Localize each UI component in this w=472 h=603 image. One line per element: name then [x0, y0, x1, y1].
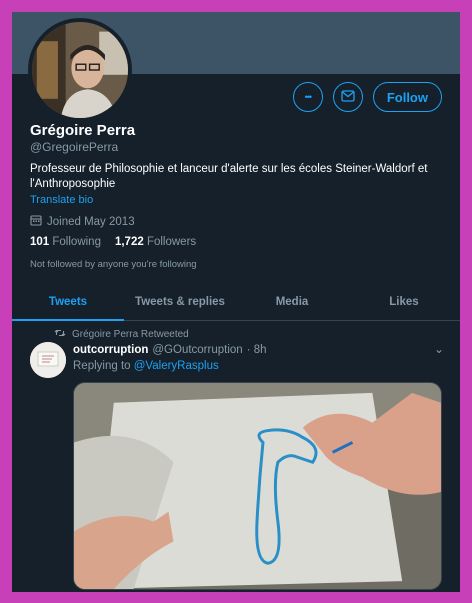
translate-bio-link[interactable]: Translate bio [30, 194, 93, 206]
profile-frame: ••• Follow Grégoire Perra @GregoirePerra… [12, 12, 460, 592]
profile-name: Grégoire Perra [30, 122, 136, 139]
profile-avatar[interactable] [28, 18, 132, 122]
more-icon: ••• [304, 92, 313, 102]
followers-stat[interactable]: 1,722 Followers [115, 236, 196, 248]
message-button[interactable] [332, 82, 363, 112]
tab-media[interactable]: Media [236, 283, 348, 320]
profile-handle: @GregoirePerra [30, 140, 119, 154]
avatar-photo [32, 22, 128, 118]
retweet-note: Grégoire Perra Retweeted [54, 328, 189, 341]
followers-label: Followers [146, 236, 197, 248]
not-followed-note: Not followed by anyone you're following [30, 259, 197, 270]
following-count: 101 [30, 236, 50, 248]
followers-count: 1,722 [114, 236, 144, 248]
profile-actions: ••• Follow [292, 82, 442, 112]
tab-tweets[interactable]: Tweets [12, 283, 124, 321]
tweet-author-avatar[interactable] [30, 342, 66, 378]
tab-likes[interactable]: Likes [348, 283, 460, 320]
message-icon [341, 89, 355, 105]
retweet-text: Grégoire Perra Retweeted [72, 329, 189, 340]
tweet-author-handle[interactable]: @GOutcorruption [152, 344, 242, 356]
tweet-avatar-image [30, 342, 66, 378]
profile-stats: 101 Following 1,722 Followers [30, 236, 196, 248]
tweet-media-image[interactable] [73, 382, 442, 590]
tweet-author-name[interactable]: outcorruption [73, 344, 148, 356]
replying-prefix: Replying to [73, 360, 131, 372]
profile-bio: Professeur de Philosophie et lanceur d'a… [30, 163, 428, 190]
chevron-down-icon[interactable]: ⌄ [434, 342, 444, 356]
following-label: Following [52, 236, 101, 248]
replying-to: Replying to @ValeryRasplus [73, 360, 219, 372]
profile-tabs: Tweets Tweets & replies Media Likes [12, 283, 460, 321]
joined-date: Joined May 2013 [30, 214, 135, 229]
replying-to-link[interactable]: @ValeryRasplus [134, 360, 219, 372]
tweet-header: outcorruption @GOutcorruption · 8h [73, 344, 267, 356]
tab-tweets-replies[interactable]: Tweets & replies [124, 283, 236, 320]
joined-text: Joined May 2013 [47, 215, 135, 228]
calendar-icon [30, 214, 42, 229]
tweet-time[interactable]: · 8h [247, 344, 267, 356]
follow-button[interactable]: Follow [372, 82, 442, 112]
retweet-icon [54, 328, 66, 341]
media-photo [74, 383, 441, 589]
following-stat[interactable]: 101 Following [30, 236, 101, 248]
more-options-button[interactable]: ••• [292, 82, 323, 112]
